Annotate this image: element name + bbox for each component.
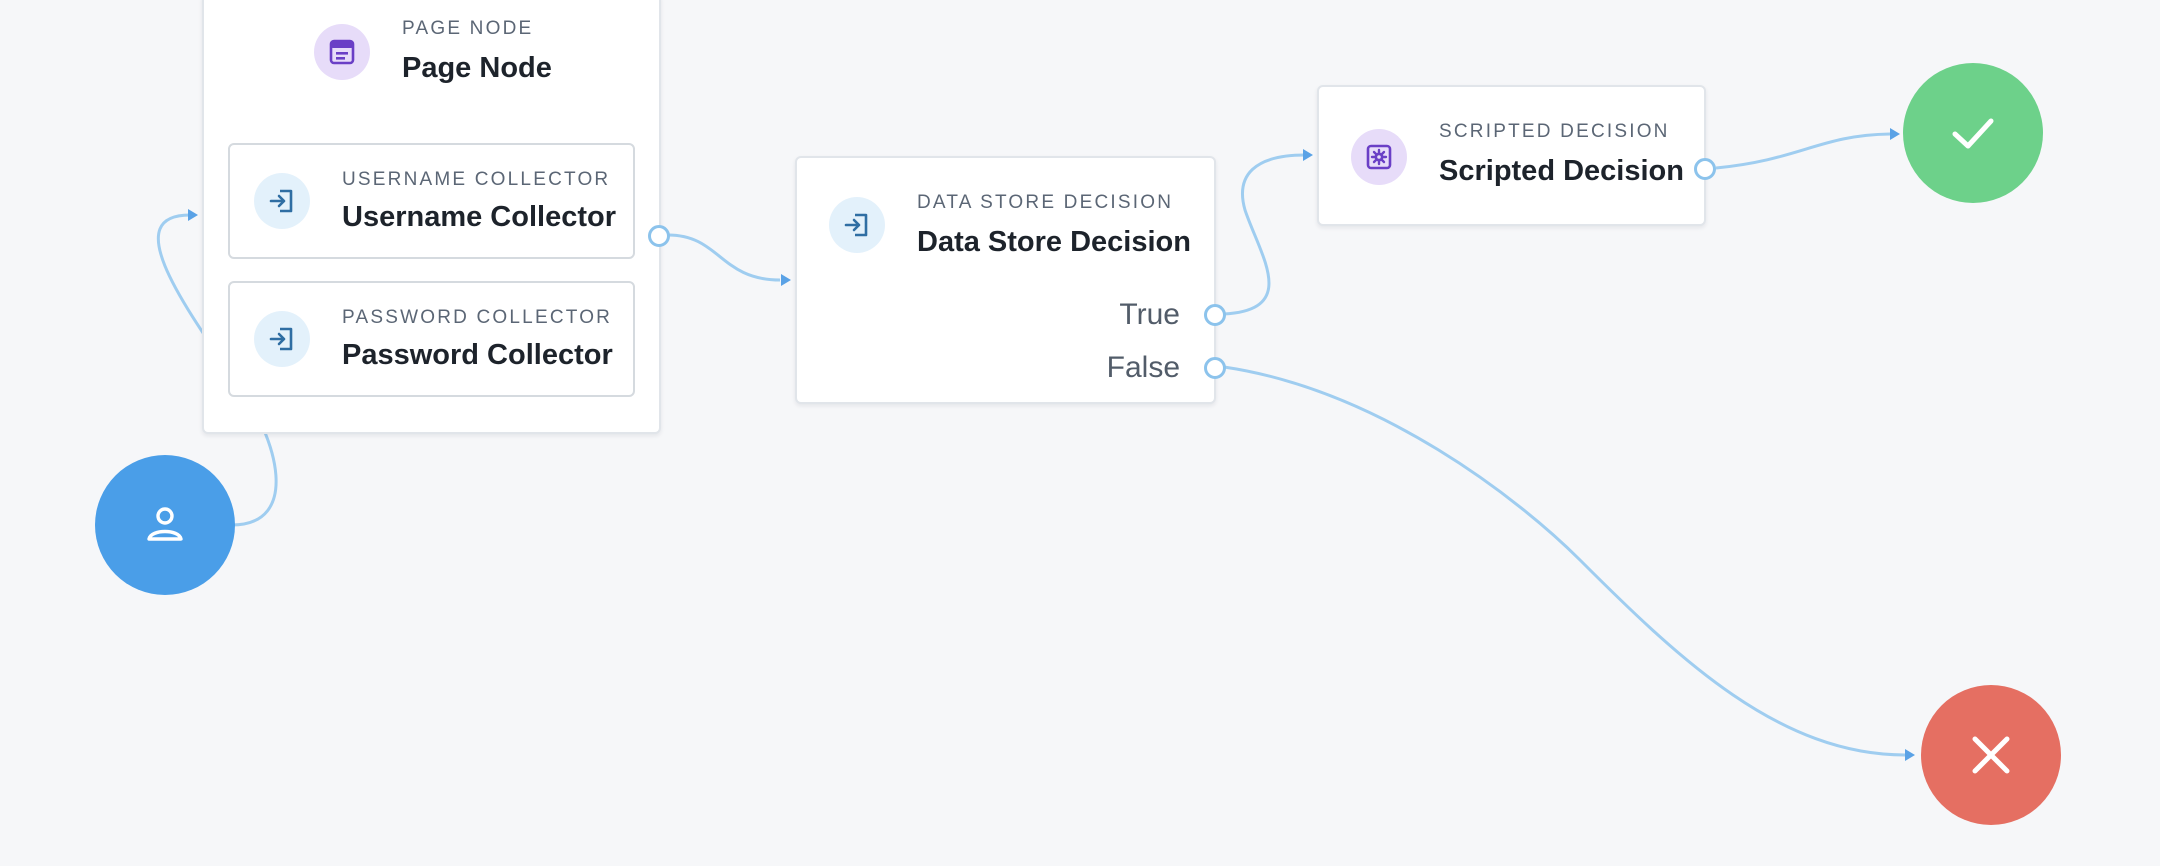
outcome-true-label: True [1119, 298, 1180, 331]
close-icon [1972, 736, 2010, 774]
page-node-card[interactable]: PAGE NODE Page Node USERNAME COLLECTOR U… [202, 0, 661, 434]
script-gear-icon [1351, 129, 1407, 185]
page-node-type: PAGE NODE [402, 18, 534, 39]
scripted-decision-type: SCRIPTED DECISION [1439, 121, 1670, 142]
data-store-decision-title: Data Store Decision [917, 226, 1191, 258]
username-collector-type: USERNAME COLLECTOR [342, 169, 611, 190]
page-node-title: Page Node [402, 52, 552, 84]
success-node[interactable] [1903, 63, 2043, 203]
tree-canvas[interactable]: PAGE NODE Page Node USERNAME COLLECTOR U… [0, 0, 2160, 866]
scripted-decision-title: Scripted Decision [1439, 155, 1684, 187]
failure-node[interactable] [1921, 685, 2061, 825]
scripted-decision-card[interactable]: SCRIPTED DECISION Scripted Decision [1317, 85, 1706, 226]
outcome-false-label: False [1106, 351, 1180, 384]
sign-in-icon [829, 197, 885, 253]
sign-in-icon [254, 173, 310, 229]
checkmark-icon [1952, 118, 1994, 149]
sign-in-icon [254, 311, 310, 367]
page-layout-icon [314, 24, 370, 80]
data-store-decision-type: DATA STORE DECISION [917, 192, 1174, 213]
user-icon [147, 507, 183, 541]
start-node[interactable] [95, 455, 235, 595]
data-store-decision-card[interactable]: DATA STORE DECISION Data Store Decision … [795, 156, 1216, 404]
wire-scripted-to-success [1715, 132, 1891, 170]
password-collector-card[interactable]: PASSWORD COLLECTOR Password Collector [228, 281, 635, 397]
password-collector-type: PASSWORD COLLECTOR [342, 307, 613, 328]
arrow-into-page-node [188, 209, 198, 221]
arrow-into-scripted [1303, 149, 1313, 161]
arrow-into-success [1890, 128, 1900, 140]
username-collector-title: Username Collector [342, 201, 616, 233]
wire-false-to-failure [1223, 365, 1906, 757]
wire-true-to-scripted [1223, 153, 1306, 316]
scripted-decision-output-port[interactable] [1694, 158, 1716, 180]
outcome-false-port[interactable] [1204, 357, 1226, 379]
arrow-into-failure [1905, 749, 1915, 761]
password-collector-title: Password Collector [342, 339, 613, 371]
username-collector-output-port[interactable] [648, 225, 670, 247]
outcome-true-port[interactable] [1204, 304, 1226, 326]
arrow-into-data-store [781, 274, 791, 286]
wire-page-node-to-data-store [667, 233, 781, 282]
username-collector-card[interactable]: USERNAME COLLECTOR Username Collector [228, 143, 635, 259]
